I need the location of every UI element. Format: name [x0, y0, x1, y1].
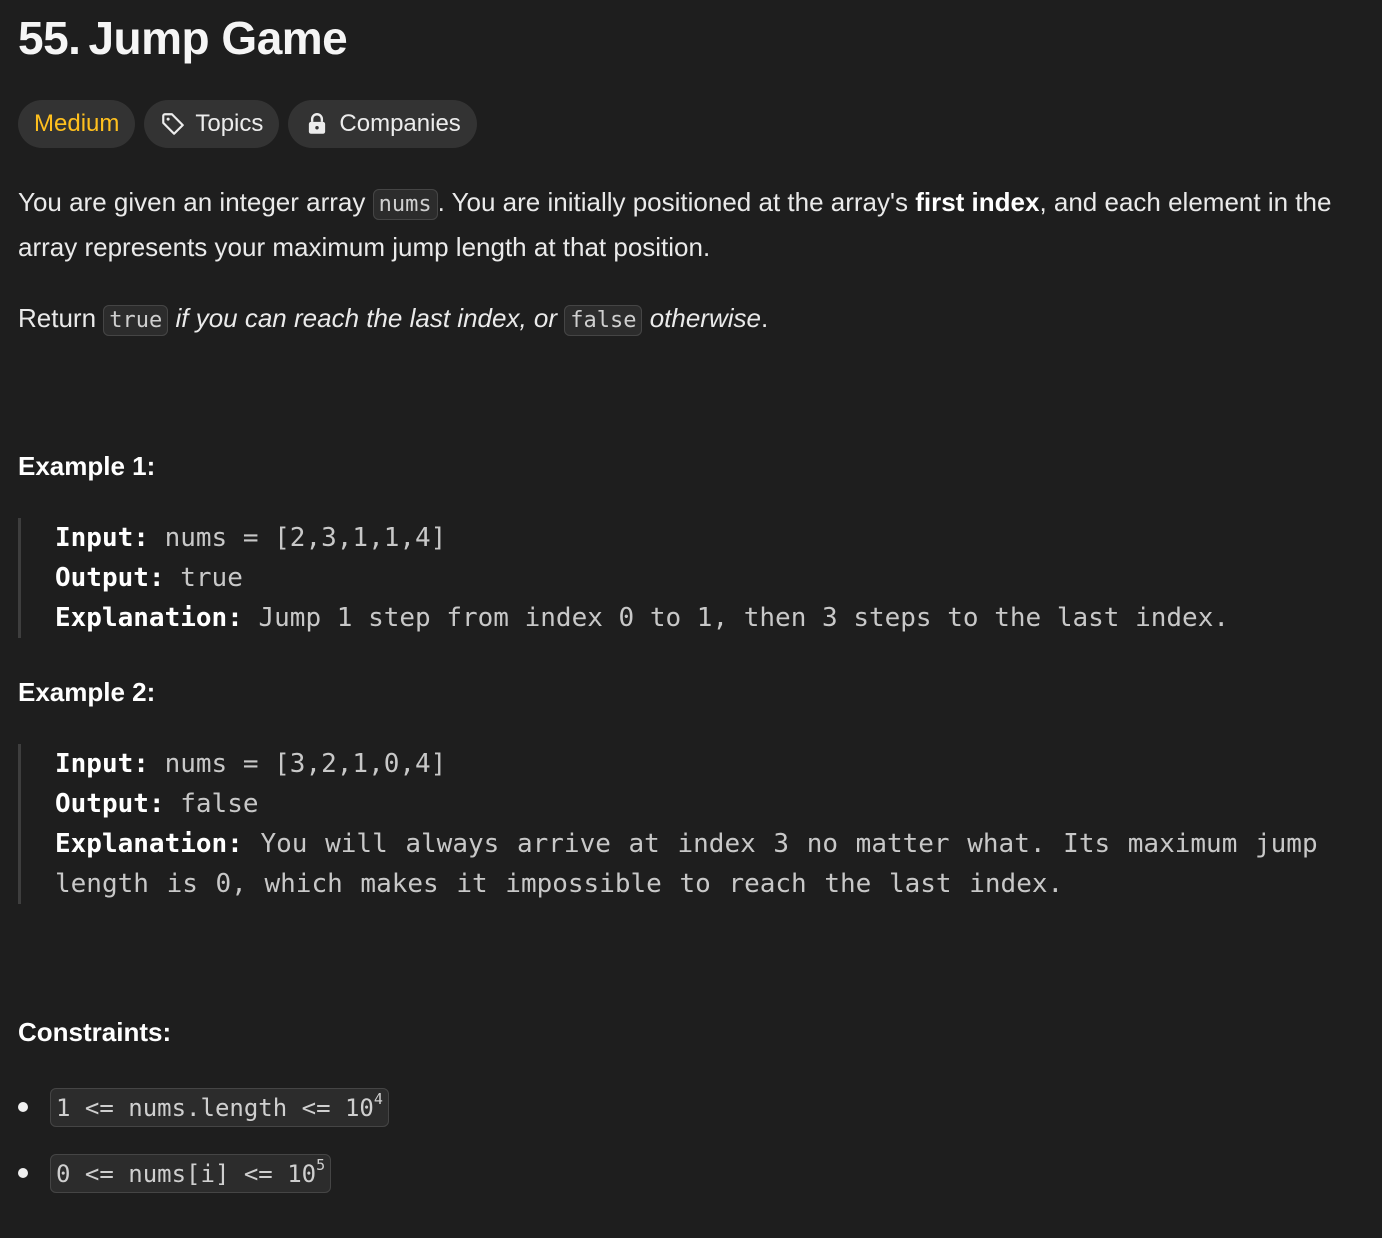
- explanation-value: You will always arrive at index 3 no mat…: [55, 829, 1318, 899]
- example-input-line: Input: nums = [3,2,1,0,4]: [55, 744, 1318, 784]
- constraints-list: 1 <= nums.length <= 104 0 <= nums[i] <= …: [18, 1084, 389, 1216]
- bullet-icon: [18, 1102, 28, 1112]
- constraint-code: 1 <= nums.length <= 104: [50, 1087, 389, 1127]
- companies-button[interactable]: Companies: [288, 100, 477, 148]
- tag-bar: Medium Topics Companies: [18, 100, 477, 148]
- companies-label: Companies: [339, 110, 461, 137]
- description-text: You are given an integer array: [18, 187, 373, 217]
- bullet-icon: [18, 1168, 28, 1178]
- italic-text: if you can reach the last index, or: [168, 303, 565, 333]
- constraint-item: 1 <= nums.length <= 104: [18, 1084, 389, 1130]
- input-value: nums = [3,2,1,0,4]: [148, 749, 447, 779]
- constraint-exponent: 4: [373, 1089, 383, 1108]
- example-1-block: Input: nums = [2,3,1,1,4] Output: true E…: [18, 518, 1318, 638]
- example-explanation-line: Explanation: Jump 1 step from index 0 to…: [55, 598, 1318, 638]
- bold-first-index: first index: [915, 187, 1040, 217]
- example-1-heading: Example 1:: [18, 451, 156, 481]
- example-input-line: Input: nums = [2,3,1,1,4]: [55, 518, 1318, 558]
- input-label: Input:: [55, 749, 149, 779]
- topics-label: Topics: [195, 110, 264, 137]
- problem-number: 55.: [18, 12, 81, 64]
- constraint-exponent: 5: [316, 1155, 326, 1174]
- description-text: Return: [18, 303, 104, 333]
- description-paragraph-1: You are given an integer array nums. You…: [18, 181, 1364, 268]
- output-value: true: [164, 563, 243, 593]
- constraint-text: 1 <= nums.length <= 10: [56, 1093, 374, 1122]
- lock-icon: [309, 113, 326, 134]
- description-paragraph-2: Return true if you can reach the last in…: [18, 297, 1364, 342]
- example-output-line: Output: true: [55, 558, 1318, 598]
- topics-button[interactable]: Topics: [144, 100, 280, 148]
- explanation-label: Explanation:: [55, 829, 243, 859]
- explanation-label: Explanation:: [55, 603, 243, 633]
- difficulty-label: Medium: [34, 110, 120, 137]
- description-text: .: [760, 303, 769, 333]
- explanation-value: Jump 1 step from index 0 to 1, then 3 st…: [242, 603, 1230, 633]
- example-2-block: Input: nums = [3,2,1,0,4] Output: false …: [18, 744, 1318, 904]
- constraint-text: 0 <= nums[i] <= 10: [56, 1159, 317, 1188]
- problem-title: 55. Jump Game: [18, 12, 348, 64]
- inline-code-false: false: [564, 305, 643, 336]
- description-text: . You are initially positioned at the ar…: [437, 187, 916, 217]
- problem-title-text: Jump Game: [88, 12, 348, 64]
- output-label: Output:: [55, 789, 165, 819]
- constraints-heading: Constraints:: [18, 1017, 172, 1047]
- output-label: Output:: [55, 563, 165, 593]
- input-value: nums = [2,3,1,1,4]: [148, 523, 447, 553]
- input-label: Input:: [55, 523, 149, 553]
- example-output-line: Output: false: [55, 784, 1318, 824]
- example-2-heading: Example 2:: [18, 677, 156, 707]
- output-value: false: [164, 789, 259, 819]
- constraint-code: 0 <= nums[i] <= 105: [50, 1153, 332, 1193]
- italic-text: otherwise: [642, 303, 761, 333]
- constraint-item: 0 <= nums[i] <= 105: [18, 1150, 389, 1196]
- example-explanation-line: Explanation: You will always arrive at i…: [55, 824, 1318, 904]
- tag-icon: [162, 113, 185, 135]
- difficulty-badge[interactable]: Medium: [18, 100, 136, 148]
- inline-code-true: true: [103, 305, 169, 336]
- inline-code-nums: nums: [372, 189, 438, 220]
